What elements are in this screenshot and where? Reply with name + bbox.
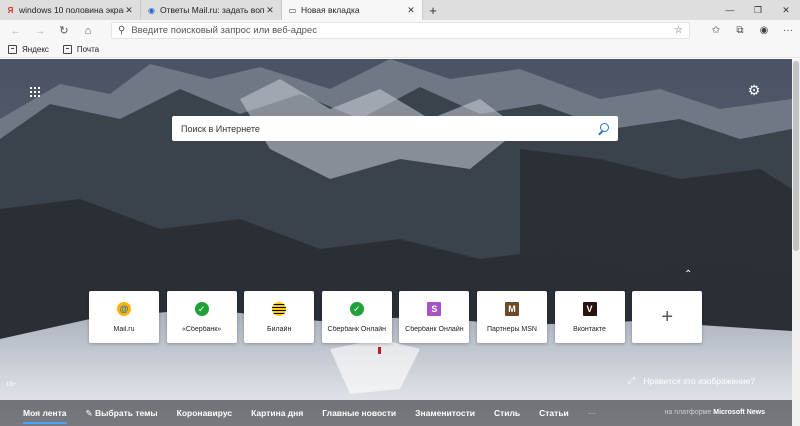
scrollbar-thumb[interactable]: [793, 61, 799, 251]
news-tab[interactable]: Моя лента: [23, 408, 67, 424]
news-tab[interactable]: Главные новости: [322, 408, 396, 419]
collapse-chevron-icon[interactable]: ⌃: [684, 269, 692, 280]
news-tab[interactable]: Картина дня: [251, 408, 303, 419]
yandex-icon: Я: [7, 5, 14, 15]
powered-by: на платформе Microsoft News: [665, 409, 765, 416]
news-tab[interactable]: Коронавирус: [177, 408, 232, 419]
favorite-star-icon[interactable]: ☆: [674, 25, 683, 36]
toolbar: ← → ↻ ⌂ ⚲ Введите поисковый запрос или в…: [0, 20, 800, 41]
new-tab-page: ⚙ Поиск в Интернете ⌃ @ Mail.ru ✓ «Сбербанк…: [0, 59, 792, 426]
newtab-icon: ▭: [288, 5, 297, 15]
address-bar[interactable]: ⚲ Введите поисковый запрос или веб-адрес…: [111, 22, 690, 39]
apps-launcher-icon[interactable]: [30, 87, 40, 97]
bookmark-label: Яндекс: [22, 44, 49, 54]
tab-strip: Яwindows 10 половина экрана с✕◉Ответы Ma…: [0, 0, 800, 20]
add-quick-link-button[interactable]: +: [632, 291, 703, 343]
search-icon[interactable]: [597, 122, 609, 135]
news-tab[interactable]: Стиль: [494, 408, 520, 419]
bookmark-yandex[interactable]: Яндекс: [8, 44, 49, 54]
beeline-icon: [272, 302, 287, 316]
mailru-answers-icon: ◉: [148, 5, 155, 15]
background-image: [0, 59, 792, 426]
page-icon: [8, 44, 17, 54]
quick-link-label: Сбербанк Онлайн: [405, 326, 464, 333]
quick-link-tile[interactable]: ✓ «Сбербанк»: [166, 291, 237, 343]
toolbar-right: ✩ ⧉ ◉ ···: [704, 20, 800, 41]
collections-icon[interactable]: ⧉: [728, 20, 752, 41]
quick-link-label: Вконтакте: [573, 326, 606, 333]
refresh-button[interactable]: ↻: [52, 20, 76, 41]
tab-title: Новая вкладка: [301, 5, 360, 15]
profile-icon[interactable]: ◉: [752, 20, 776, 41]
back-button[interactable]: ←: [4, 20, 28, 41]
settings-gear-icon[interactable]: ⚙: [747, 83, 761, 97]
quick-link-label: Сбербанк Онлайн: [327, 326, 386, 333]
forward-button[interactable]: →: [28, 20, 52, 41]
new-tab-button[interactable]: +: [423, 0, 443, 20]
news-tab[interactable]: Знаменитости: [415, 408, 475, 419]
quick-link-label: Mail.ru: [113, 326, 135, 333]
quick-link-tile[interactable]: @ Mail.ru: [89, 291, 159, 343]
powered-prefix: на платформе: [664, 409, 712, 416]
plus-icon: +: [661, 305, 673, 328]
favorites-bar-icon[interactable]: ✩: [704, 20, 728, 41]
quick-link-tile[interactable]: ✓ Сбербанк Онлайн: [321, 291, 392, 343]
like-image-label: Нравится это изображение?: [643, 375, 756, 386]
page-icon: [62, 44, 72, 54]
minimize-button[interactable]: —: [716, 0, 744, 20]
news-tabs: Моя лента ✎ Выбрать темы Коронавирус Картин…: [23, 408, 615, 424]
quick-link-label: Билайн: [267, 326, 292, 333]
quick-link-tile[interactable]: M Партнеры MSN: [476, 291, 547, 343]
news-tab[interactable]: ✎ Выбрать темы: [86, 408, 158, 419]
bookmark-pochta[interactable]: Почта: [62, 44, 100, 54]
restore-button[interactable]: ❐: [744, 0, 772, 20]
tab-newtab[interactable]: ▭ Новая вкладка ✕: [282, 0, 423, 20]
bookmarks-bar: Яндекс Почта: [0, 41, 800, 58]
news-tab[interactable]: Статьи: [539, 408, 569, 419]
scrollbar[interactable]: [792, 59, 800, 426]
close-window-button[interactable]: ✕: [772, 0, 800, 20]
window-controls: — ❐ ✕: [716, 0, 800, 20]
age-rating: 18+: [6, 382, 17, 388]
close-tab-icon[interactable]: ✕: [265, 5, 275, 16]
quick-link-label: «Сбербанк»: [181, 326, 222, 333]
sberbank-icon: ✓: [194, 302, 209, 316]
quick-link-tile[interactable]: V Вконтакте: [554, 291, 625, 343]
quick-links: @ Mail.ru ✓ «Сбербанк» Билайн ✓ Сбербанк Онлай…: [89, 291, 710, 343]
s-letter-icon: S: [427, 302, 442, 316]
more-topics-button[interactable]: ···: [588, 408, 597, 419]
quick-link-tile[interactable]: Билайн: [244, 291, 315, 343]
address-placeholder: Введите поисковый запрос или веб-адрес: [131, 25, 317, 36]
expand-icon: ⤢: [628, 375, 636, 385]
tab-title: Ответы Mail.ru: задать вопрос: [160, 5, 265, 15]
mailru-icon: @: [117, 302, 131, 316]
tabs-container: Яwindows 10 половина экрана с✕◉Ответы Ma…: [0, 0, 423, 20]
quick-link-tile[interactable]: S Сбербанк Онлайн: [399, 291, 470, 343]
search-placeholder: Поиск в Интернете: [181, 123, 260, 134]
v-letter-icon: V: [582, 302, 597, 316]
menu-icon[interactable]: ···: [776, 20, 800, 41]
close-tab-icon[interactable]: ✕: [124, 5, 134, 16]
bookmark-label: Почта: [76, 44, 100, 54]
close-tab-icon[interactable]: ✕: [406, 5, 416, 16]
powered-brand: Microsoft News: [713, 409, 765, 416]
news-navigation: Моя лента ✎ Выбрать темы Коронавирус Картин…: [0, 400, 792, 426]
tab-yandex[interactable]: Яwindows 10 половина экрана с✕: [0, 0, 141, 20]
sberbank-online-icon: ✓: [349, 302, 364, 316]
m-letter-icon: M: [504, 302, 519, 316]
like-image-link[interactable]: ⤢ Нравится это изображение?: [628, 375, 755, 386]
tab-title: windows 10 половина экрана с: [19, 5, 124, 15]
home-button[interactable]: ⌂: [76, 20, 100, 41]
quick-link-label: Партнеры MSN: [486, 326, 537, 333]
search-icon: ⚲: [118, 25, 126, 36]
tab-mailru-answers[interactable]: ◉ Ответы Mail.ru: задать вопрос✕: [141, 0, 282, 20]
web-search-box[interactable]: Поиск в Интернете: [172, 116, 618, 141]
